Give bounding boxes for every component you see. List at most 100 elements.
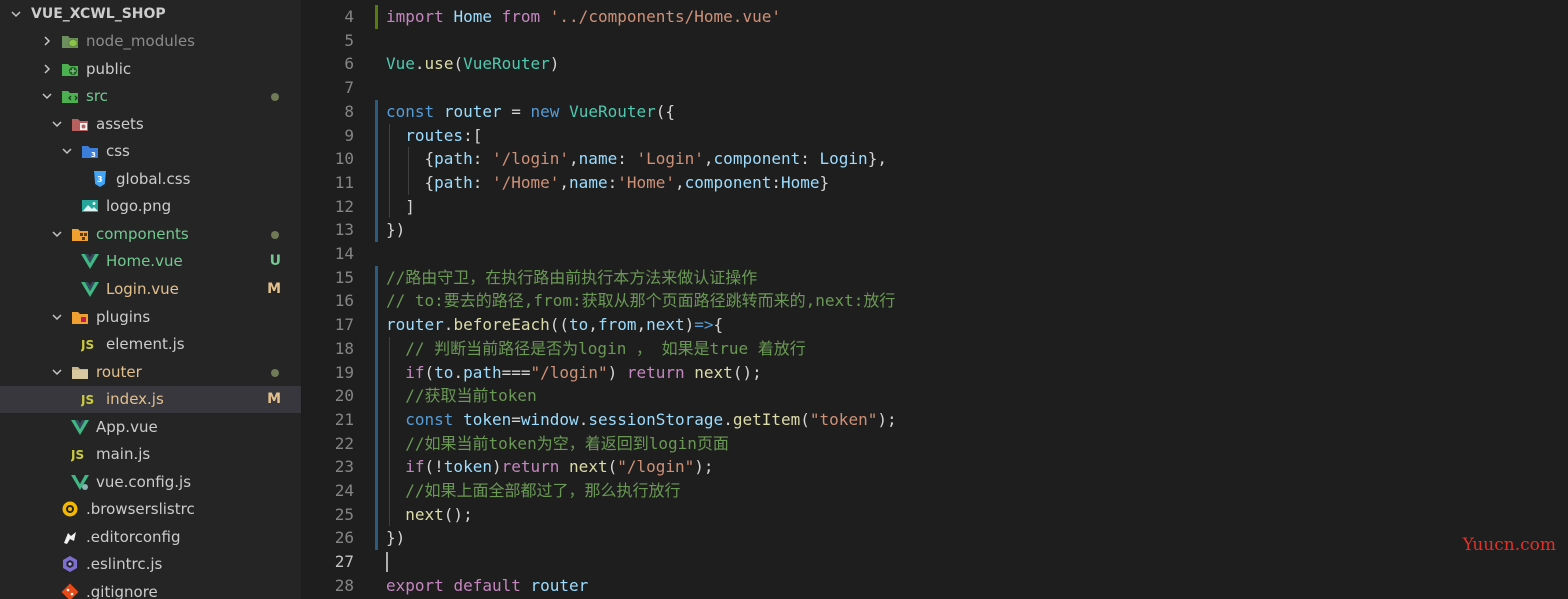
editorconfig-file-icon — [61, 528, 79, 546]
git-status-badge: U — [269, 253, 281, 270]
tree-item-label: .eslintrc.js — [86, 555, 163, 574]
tree-item-label: global.css — [116, 169, 191, 188]
tree-item-editorconfig[interactable]: .editorconfig — [0, 524, 301, 551]
tree-item-plugins[interactable]: plugins — [0, 304, 301, 331]
explorer-sidebar: VUE_XCWL_SHOP node_modulespublic src asset… — [0, 0, 301, 599]
code-line[interactable]: 23 if(!token)return next("/login"); — [302, 455, 1568, 479]
code-text: router.beforeEach((to,from,next)=>{ — [386, 315, 724, 335]
js-file-icon: JS — [81, 335, 99, 353]
tree-item-label: css — [106, 142, 130, 161]
code-text: routes:[ — [405, 125, 483, 145]
code-line[interactable]: 21 const token=window.sessionStorage.get… — [302, 408, 1568, 432]
tree-item-main-js[interactable]: JS main.js — [0, 441, 301, 468]
chevron-down-icon[interactable] — [52, 312, 62, 322]
code-line[interactable]: 13}) — [302, 218, 1568, 242]
code-editor[interactable]: 4 import Home from '../components/Home.vu… — [302, 0, 1568, 599]
code-line[interactable]: 22 //如果当前token为空，着返回到login页面 — [302, 432, 1568, 456]
code-text: }) — [386, 220, 406, 240]
chevron-down-icon[interactable] — [52, 119, 62, 129]
git-status-badge: M — [267, 280, 281, 297]
code-text: export default router — [386, 575, 589, 595]
tree-item-router[interactable]: router — [0, 359, 301, 386]
code-text: const token=window.sessionStorage.getIte… — [405, 409, 897, 429]
code-line[interactable]: 8 const router = new VueRouter({ — [302, 100, 1568, 124]
code-text: //如果上面全部都过了，那么执行放行 — [405, 481, 681, 500]
plugins-folder-icon — [71, 308, 89, 326]
tree-item-global-css[interactable]: 3 global.css — [0, 166, 301, 193]
line-number: 9 — [344, 125, 354, 145]
code-line[interactable]: 26}) — [302, 526, 1568, 550]
line-number: 18 — [334, 338, 354, 358]
git-status-badge: M — [267, 391, 281, 408]
tree-item-login-vue[interactable]: Login.vue M — [0, 276, 301, 303]
chevron-down-icon[interactable] — [62, 146, 72, 156]
line-number: 13 — [334, 220, 354, 240]
tree-item-element-js[interactable]: JS element.js — [0, 331, 301, 358]
line-number: 23 — [334, 457, 354, 477]
code-line[interactable]: 15 //路由守卫，在执行路由前执行本方法来做认证操作 — [302, 266, 1568, 290]
chevron-right-icon[interactable] — [42, 64, 52, 74]
code-line[interactable]: 16 // to:要去的路径,from:获取从那个页面路径跳转而来的,next:放… — [302, 289, 1568, 313]
code-line[interactable]: 11 {path: '/Home',name:'Home',component:… — [302, 171, 1568, 195]
tree-item-label: components — [96, 224, 189, 243]
code-text: const router = new VueRouter({ — [386, 101, 676, 121]
code-text: // 判断当前路径是否为login ， 如果是true 着放行 — [405, 338, 806, 358]
tree-item-label: App.vue — [96, 417, 158, 436]
code-line[interactable]: 14 — [302, 242, 1568, 266]
code-text: // to:要去的路径,from:获取从那个页面路径跳转而来的,next:放行 — [386, 291, 896, 311]
code-line[interactable]: 12 ] — [302, 195, 1568, 219]
code-line[interactable]: 17 router.beforeEach((to,from,next)=>{ — [302, 313, 1568, 337]
line-number: 15 — [334, 267, 354, 287]
tree-item-logo-png[interactable]: logo.png — [0, 193, 301, 220]
tree-item-label: public — [86, 59, 132, 78]
chevron-down-icon[interactable] — [11, 9, 21, 19]
tree-item-browserslistrc[interactable]: .browserslistrc — [0, 496, 301, 523]
code-line[interactable]: 27 — [302, 550, 1568, 574]
code-line[interactable]: 5 — [302, 29, 1568, 53]
explorer-root[interactable]: VUE_XCWL_SHOP — [0, 1, 301, 28]
vue-config-file-icon — [71, 473, 89, 491]
tree-item-index-js[interactable]: JS index.js M — [0, 386, 301, 414]
indent-guide — [408, 147, 409, 195]
chevron-right-icon[interactable] — [42, 36, 52, 46]
tree-item-css[interactable]: 3 css — [0, 138, 301, 165]
tree-item-components[interactable]: components — [0, 221, 301, 248]
tree-item-label: .browserslistrc — [86, 500, 195, 519]
code-line[interactable]: 24 //如果上面全部都过了，那么执行放行 — [302, 479, 1568, 503]
tree-item-app-vue[interactable]: App.vue — [0, 414, 301, 441]
line-number: 7 — [344, 78, 354, 98]
line-number: 22 — [334, 433, 354, 453]
tree-item-src[interactable]: src — [0, 83, 301, 110]
css-folder-icon: 3 — [81, 142, 99, 160]
line-number: 19 — [334, 362, 354, 382]
code-line[interactable]: 20 //获取当前token — [302, 384, 1568, 408]
code-line[interactable]: 28 export default router — [302, 574, 1568, 598]
tree-item-label: main.js — [96, 445, 151, 464]
line-number: 16 — [334, 291, 354, 311]
line-number: 17 — [334, 315, 354, 335]
chevron-down-icon[interactable] — [52, 229, 62, 239]
tree-item-eslintrc-js[interactable]: .eslintrc.js — [0, 551, 301, 578]
chevron-down-icon[interactable] — [52, 367, 62, 377]
code-line[interactable]: 25 next(); — [302, 503, 1568, 527]
tree-item-label: src — [86, 87, 108, 106]
tree-item-home-vue[interactable]: Home.vue U — [0, 248, 301, 275]
code-line[interactable]: 6 Vue.use(VueRouter) — [302, 52, 1568, 76]
tree-item-vue-config-js[interactable]: vue.config.js — [0, 469, 301, 496]
tree-item-gitignore[interactable]: .gitignore — [0, 579, 301, 599]
tree-item-assets[interactable]: assets — [0, 111, 301, 138]
vue-file-icon — [81, 280, 99, 298]
assets-folder-icon — [71, 115, 89, 133]
tree-item-node-modules[interactable]: node_modules — [0, 28, 301, 55]
tree-item-public[interactable]: public — [0, 56, 301, 83]
line-number: 21 — [334, 409, 354, 429]
code-line[interactable]: 4 import Home from '../components/Home.vu… — [302, 5, 1568, 29]
code-line[interactable]: 18 // 判断当前路径是否为login ， 如果是true 着放行 — [302, 337, 1568, 361]
code-line[interactable]: 19 if(to.path==="/login") return next(); — [302, 361, 1568, 385]
svg-text:3: 3 — [91, 151, 96, 159]
chevron-down-icon[interactable] — [42, 91, 52, 101]
code-line[interactable]: 7 — [302, 76, 1568, 100]
gutter-change-marker — [375, 265, 378, 551]
code-line[interactable]: 10 {path: '/login',name: 'Login',compone… — [302, 147, 1568, 171]
code-line[interactable]: 9 routes:[ — [302, 124, 1568, 148]
